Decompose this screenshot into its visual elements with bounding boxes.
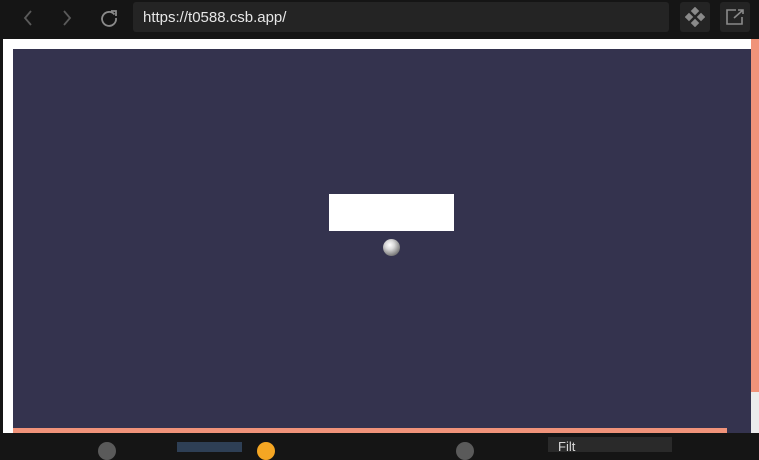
preview-frame: [3, 39, 759, 433]
chevron-left-icon: [23, 10, 32, 26]
diamond-grid-icon: [685, 7, 705, 27]
warning-icon[interactable]: [257, 442, 275, 460]
vertical-scrollbar-thumb[interactable]: [751, 39, 759, 392]
browser-toolbar: https://t0588.csb.app/: [0, 0, 759, 36]
open-in-new-window-button[interactable]: [720, 2, 750, 32]
devtools-button[interactable]: [680, 2, 710, 32]
filter-placeholder: Filt: [558, 439, 576, 454]
white-block: [329, 194, 454, 231]
game-canvas[interactable]: [13, 49, 751, 433]
circle-icon[interactable]: [456, 442, 474, 460]
url-field[interactable]: https://t0588.csb.app/: [133, 2, 669, 32]
forward-button[interactable]: [53, 4, 81, 32]
external-link-icon: [726, 9, 744, 25]
ball: [383, 239, 400, 256]
url-text: https://t0588.csb.app/: [143, 8, 287, 26]
reload-button[interactable]: [95, 4, 123, 32]
devtools-strip: Filt: [0, 433, 759, 460]
tab-chip[interactable]: [177, 442, 242, 452]
reload-icon: [101, 10, 117, 27]
chevron-right-icon: [63, 10, 72, 26]
circle-icon[interactable]: [98, 442, 116, 460]
filter-input[interactable]: Filt: [548, 437, 672, 454]
back-button[interactable]: [14, 4, 42, 32]
